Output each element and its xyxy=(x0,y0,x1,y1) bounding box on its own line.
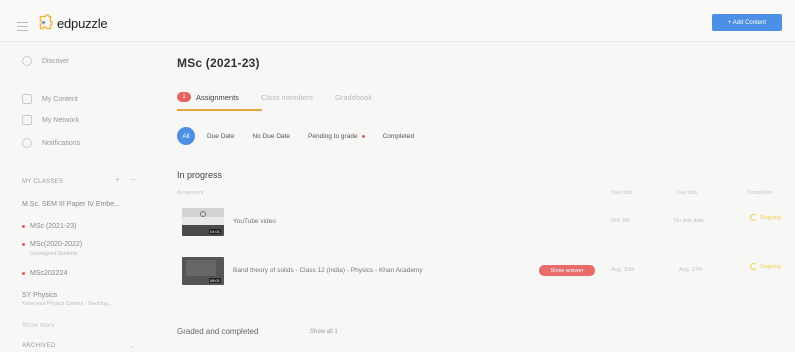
show-more-link[interactable]: Show more xyxy=(22,323,55,329)
completion-status: Ongoing xyxy=(750,263,781,270)
folder-icon xyxy=(22,94,32,104)
completion-status: Ongoing xyxy=(750,214,781,221)
class-item-label: MSc202224 xyxy=(30,270,68,277)
bell-icon xyxy=(22,138,32,148)
chevron-down-icon[interactable]: ⌄ xyxy=(130,343,135,350)
archived-label[interactable]: ARCHIVED xyxy=(22,343,55,349)
class-item[interactable]: M.Sc. SEM III Paper IV Embe... xyxy=(22,201,120,208)
class-item[interactable]: MSc (2021-23) xyxy=(22,223,76,230)
filter-all[interactable]: All xyxy=(177,127,195,145)
in-progress-heading: In progress xyxy=(177,170,223,180)
sidebar-item-label: My Network xyxy=(42,116,79,124)
due-date: No due date xyxy=(674,218,704,224)
column-header-assignment: Assignment xyxy=(177,190,204,196)
sidebar-item-my-content[interactable]: My Content xyxy=(22,94,78,104)
class-item-label: MSc (2021-23) xyxy=(30,223,77,230)
class-item[interactable]: MSc202224 xyxy=(22,270,67,277)
sidebar-item-notifications[interactable]: Notifications xyxy=(22,138,80,148)
menu-icon[interactable] xyxy=(17,22,28,31)
filter-bar: All Due Date No Due Date Pending to grad… xyxy=(177,127,432,145)
tab-gradebook[interactable]: Gradebook xyxy=(335,90,372,104)
class-sub-label: Unassigned Students xyxy=(30,251,78,257)
column-header-due-date: Due date xyxy=(677,190,698,196)
add-content-button[interactable]: + Add Content xyxy=(712,14,782,31)
start-date: Oct. 5th xyxy=(611,218,631,224)
status-label: Ongoing xyxy=(760,263,781,270)
progress-ring-icon xyxy=(750,214,757,221)
column-header-completion: Completion xyxy=(747,190,773,196)
filter-no-due-date[interactable]: No Due Date xyxy=(252,127,290,145)
filter-label: Pending to grade xyxy=(308,132,358,140)
video-duration: 08:01 xyxy=(208,278,221,283)
progress-ring-icon xyxy=(750,263,757,270)
edpuzzle-logo-icon[interactable] xyxy=(37,14,54,31)
logo-text[interactable]: edpuzzle xyxy=(57,16,108,31)
class-sub-label: Know your Physics Content - Teaching... xyxy=(22,301,112,307)
pending-dot-icon xyxy=(361,134,365,138)
active-tab-indicator xyxy=(177,109,262,111)
sidebar-item-discover[interactable]: Discover xyxy=(22,56,69,66)
due-date: Aug. 27th xyxy=(679,267,703,273)
compass-icon xyxy=(22,56,32,66)
chevron-up-icon[interactable]: — xyxy=(130,177,136,183)
assignments-count-badge: 1 xyxy=(177,92,191,102)
filter-due-date[interactable]: Due Date xyxy=(207,127,234,145)
table-row[interactable]: 08:01 Band theory of solids - Class 12 (… xyxy=(177,257,795,287)
network-icon xyxy=(22,115,32,125)
class-item[interactable]: SY Physics xyxy=(22,292,57,299)
table-row[interactable]: 04:01 YouTube video Oct. 5th No due date… xyxy=(177,208,795,238)
my-classes-label: MY CLASSES xyxy=(22,179,64,185)
sidebar: Discover My Content My Network Notificat… xyxy=(0,42,155,352)
class-item[interactable]: MSc(2020-2022) xyxy=(22,241,82,248)
top-bar: edpuzzle + Add Content xyxy=(0,0,795,42)
filter-completed[interactable]: Completed xyxy=(383,127,414,145)
filter-pending-to-grade[interactable]: Pending to grade xyxy=(308,127,365,145)
assignment-title[interactable]: Band theory of solids - Class 12 (India)… xyxy=(233,267,423,274)
main-content: MSc (2021-23) ··· 1 Assignments Class me… xyxy=(155,42,795,352)
start-date: Aug. 10th xyxy=(611,267,635,273)
sidebar-item-label: Discover xyxy=(42,57,70,65)
video-thumbnail[interactable]: 04:01 xyxy=(182,208,224,236)
status-label: Ongoing xyxy=(760,214,781,221)
sidebar-item-label: Notifications xyxy=(42,139,81,147)
sidebar-item-my-network[interactable]: My Network xyxy=(22,115,79,125)
video-thumbnail[interactable]: 08:01 xyxy=(182,257,224,285)
tab-assignments[interactable]: 1 Assignments xyxy=(177,90,239,104)
sidebar-item-label: My Content xyxy=(42,95,78,103)
show-all-link[interactable]: Show all 1 xyxy=(310,329,338,335)
graded-completed-heading: Graded and completed xyxy=(177,327,259,336)
tab-class-members[interactable]: Class members xyxy=(261,90,313,104)
add-class-icon[interactable]: + xyxy=(115,175,120,184)
video-duration: 04:01 xyxy=(208,229,221,234)
class-dot-icon xyxy=(22,271,25,275)
tab-label: Assignments xyxy=(196,92,239,102)
class-dot-icon xyxy=(22,242,25,246)
class-item-label: MSc(2020-2022) xyxy=(30,241,83,248)
class-dot-icon xyxy=(22,224,25,228)
more-options-icon[interactable]: ··· xyxy=(247,54,259,68)
show-answer-button[interactable]: Show answer xyxy=(539,265,595,276)
column-header-start-date: Start date xyxy=(611,190,633,196)
assignment-title[interactable]: YouTube video xyxy=(233,218,276,225)
